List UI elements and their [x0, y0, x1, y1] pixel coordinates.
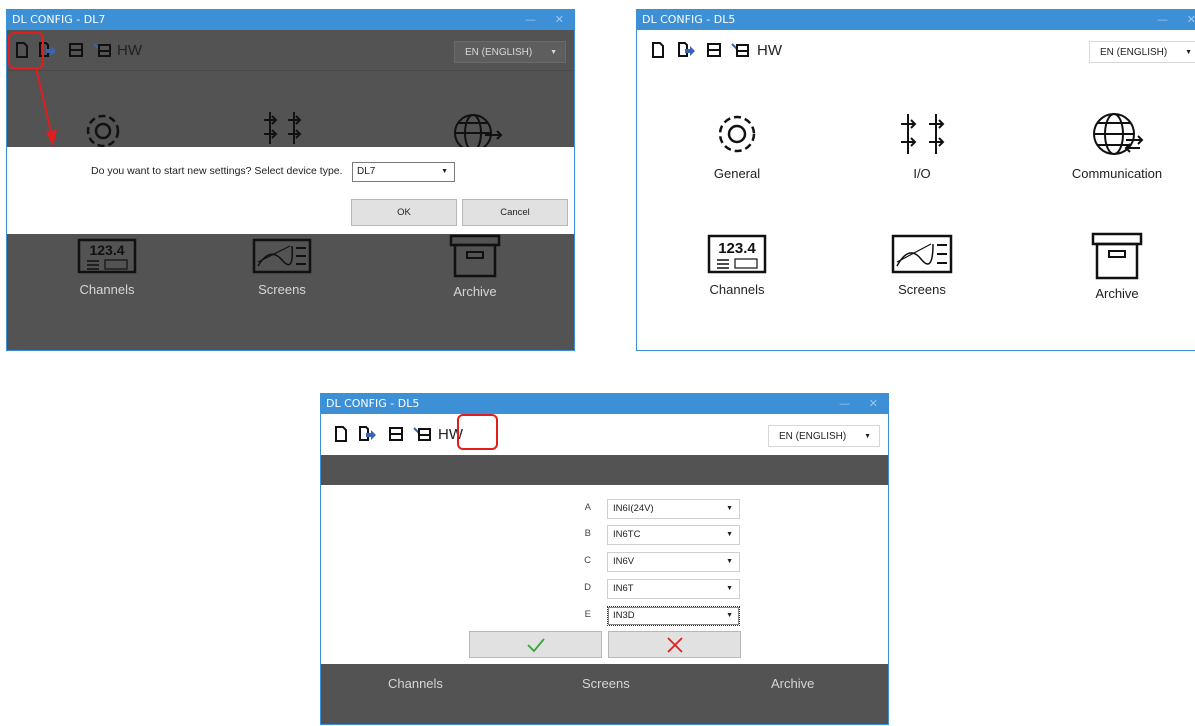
tile-general[interactable]: General — [657, 108, 817, 181]
tile-archive-label: Archive — [771, 676, 815, 691]
minimize-button[interactable]: — — [839, 394, 850, 414]
tile-general-label: General — [713, 166, 761, 181]
slot-letter: E — [584, 609, 591, 620]
hw-highlight — [457, 414, 498, 450]
slot-d-select[interactable]: IN6T ▼ — [607, 579, 740, 599]
slot-letter: A — [584, 502, 591, 513]
language-value: EN (ENGLISH) — [1100, 47, 1168, 58]
chevron-down-icon: ▼ — [864, 433, 871, 440]
slot-letter: D — [584, 582, 591, 593]
tile-screens[interactable]: Screens — [842, 232, 1002, 297]
language-select[interactable]: EN (ENGLISH) ▼ — [1089, 41, 1195, 63]
dl5-config-window: DL CONFIG - DL5 — ✕ HW EN (ENGLISH) ▼ Ge… — [636, 9, 1195, 351]
tile-channels-label: Channels — [388, 676, 443, 691]
confirm-button[interactable] — [469, 631, 602, 658]
globe-icon — [1093, 113, 1144, 155]
chevron-down-icon: ▼ — [726, 612, 733, 619]
slot-module-value: IN6TC — [613, 529, 641, 540]
archive-icon — [1091, 232, 1143, 280]
toolbar: HW EN (ENGLISH) ▼ — [321, 414, 888, 455]
tile-archive-label: Archive — [1095, 286, 1139, 301]
save-icon[interactable] — [705, 41, 723, 59]
x-icon — [666, 637, 683, 653]
channels-icon: 123.4 — [707, 234, 767, 274]
tile-io[interactable]: I/O — [842, 108, 1002, 181]
gear-icon — [718, 115, 756, 153]
save-to-device-icon[interactable] — [731, 41, 749, 59]
io-icon — [901, 114, 945, 154]
toolbar: HW EN (ENGLISH) ▼ — [637, 30, 1195, 71]
slot-letter: C — [584, 555, 591, 566]
window-title: DL CONFIG - DL5 — [642, 13, 736, 26]
language-select[interactable]: EN (ENGLISH) ▼ — [768, 425, 880, 447]
language-value: EN (ENGLISH) — [779, 431, 847, 442]
tile-communication[interactable]: Communication — [1037, 108, 1195, 181]
save-to-device-icon[interactable] — [413, 425, 431, 443]
tile-screens-label: Screens — [898, 282, 946, 297]
tile-channels-label: Channels — [709, 282, 765, 297]
save-icon[interactable] — [387, 425, 405, 443]
chevron-down-icon: ▼ — [1185, 49, 1192, 56]
slot-b-select[interactable]: IN6TC ▼ — [607, 525, 740, 545]
tile-archive[interactable]: Archive — [1037, 232, 1195, 301]
close-button[interactable]: ✕ — [1187, 10, 1195, 30]
slot-module-value: IN6V — [613, 556, 635, 567]
hw-module-panel: A IN6I(24V) ▼ B IN6TC ▼ C IN6V ▼ D IN6T — [321, 485, 888, 664]
chevron-down-icon: ▼ — [726, 505, 733, 512]
cancel-button[interactable] — [608, 631, 741, 658]
checkmark-icon — [526, 638, 545, 653]
dl5-hw-window: DL CONFIG - DL5 — ✕ HW EN (ENGLISH) ▼ A … — [320, 393, 889, 725]
slot-module-value: IN6I(24V) — [613, 503, 654, 514]
new-file-icon[interactable] — [332, 425, 350, 443]
slot-module-value: IN3D — [613, 610, 635, 621]
minimize-button[interactable]: — — [1157, 10, 1168, 30]
chevron-down-icon: ▼ — [726, 531, 733, 538]
slot-module-value: IN6T — [613, 583, 634, 594]
new-file-icon[interactable] — [649, 41, 667, 59]
slot-letter: B — [584, 528, 591, 539]
channels-icon-text: 123.4 — [718, 240, 756, 257]
slot-a-select[interactable]: IN6I(24V) ▼ — [607, 499, 740, 519]
tile-io-label: I/O — [913, 166, 931, 181]
open-file-icon[interactable] — [677, 41, 695, 59]
chevron-down-icon: ▼ — [726, 558, 733, 565]
tile-communication-label: Communication — [1071, 166, 1163, 181]
open-file-icon[interactable] — [358, 425, 376, 443]
hw-button[interactable]: HW — [757, 42, 782, 59]
arrowhead — [46, 130, 57, 146]
title-bar: DL CONFIG - DL5 — ✕ — [637, 10, 1195, 30]
title-bar: DL CONFIG - DL5 — ✕ — [321, 394, 888, 414]
tile-channels[interactable]: 123.4 Channels — [657, 232, 817, 297]
chevron-down-icon: ▼ — [726, 585, 733, 592]
tile-screens-label: Screens — [582, 676, 630, 691]
screens-icon — [891, 234, 953, 274]
slot-c-select[interactable]: IN6V ▼ — [607, 552, 740, 572]
window-title: DL CONFIG - DL5 — [326, 397, 420, 410]
arrow-to-dialog — [35, 67, 53, 137]
close-button[interactable]: ✕ — [869, 394, 878, 414]
slot-e-select[interactable]: IN3D ▼ — [607, 606, 740, 626]
